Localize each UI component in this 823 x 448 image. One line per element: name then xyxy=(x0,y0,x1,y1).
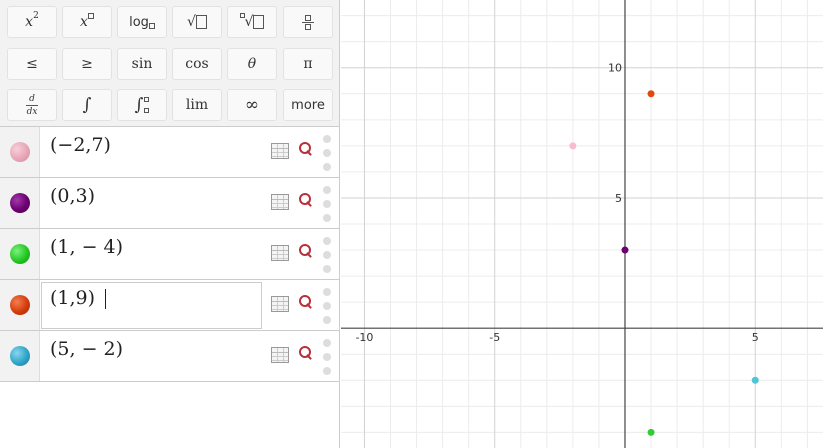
plotted-point[interactable] xyxy=(621,246,629,254)
expression-text[interactable]: (−2,7) xyxy=(50,134,111,156)
x-tick-label: -10 xyxy=(355,331,373,344)
drag-handle-icon[interactable] xyxy=(323,288,331,324)
expression-row[interactable]: (0,3) xyxy=(0,178,339,229)
point-color-icon[interactable] xyxy=(10,193,30,213)
key-derivative[interactable]: d dx xyxy=(7,89,57,121)
expression-text[interactable]: (1,9) xyxy=(50,287,107,309)
key-definite-integral[interactable]: ∫ xyxy=(117,89,167,121)
table-icon[interactable] xyxy=(271,194,289,210)
key-greater-equal[interactable]: ≥ xyxy=(62,48,112,80)
expression-panel: x2 x log √ √ ≤ ≥ sin cos θ π d dx ∫ ∫ lim… xyxy=(0,0,340,448)
key-sqrt[interactable]: √ xyxy=(172,6,222,38)
expression-row[interactable]: (5, − 2) xyxy=(0,331,339,382)
ddx-top: d xyxy=(29,93,35,104)
math-keypad: x2 x log √ √ ≤ ≥ sin cos θ π d dx ∫ ∫ lim… xyxy=(0,0,339,127)
plotted-point[interactable] xyxy=(647,428,655,436)
expression-row[interactable]: (−2,7) xyxy=(0,127,339,178)
expression-value: (1,9) xyxy=(50,287,96,309)
expression-gutter xyxy=(0,280,40,330)
x-tick-label: 5 xyxy=(752,331,759,344)
ddx-bottom: dx xyxy=(26,106,38,117)
defint-symbol: ∫ xyxy=(134,95,144,115)
key-limit[interactable]: lim xyxy=(172,89,222,121)
key-x-power[interactable]: x xyxy=(62,6,112,38)
key-theta[interactable]: θ xyxy=(227,48,277,80)
text-caret xyxy=(105,289,107,309)
drag-handle-icon[interactable] xyxy=(323,237,331,273)
table-icon[interactable] xyxy=(271,347,289,363)
key-integral[interactable]: ∫ xyxy=(62,89,112,121)
expression-gutter xyxy=(0,229,40,279)
zoom-icon[interactable] xyxy=(298,243,314,259)
expression-row-active[interactable]: (1,9) xyxy=(0,280,339,331)
expression-text[interactable]: (0,3) xyxy=(50,185,95,207)
point-color-icon[interactable] xyxy=(10,295,30,315)
key-nth-root[interactable]: √ xyxy=(227,6,277,38)
key-log[interactable]: log xyxy=(117,6,167,38)
zoom-icon[interactable] xyxy=(298,192,314,208)
key-more[interactable]: more xyxy=(283,89,333,121)
expression-gutter xyxy=(0,127,40,177)
table-icon[interactable] xyxy=(271,143,289,159)
expression-gutter xyxy=(0,178,40,228)
y-tick-label: 10 xyxy=(608,62,622,75)
point-color-icon[interactable] xyxy=(10,142,30,162)
plotted-point[interactable] xyxy=(569,142,577,150)
key-sin[interactable]: sin xyxy=(117,48,167,80)
drag-handle-icon[interactable] xyxy=(323,135,331,171)
expression-row[interactable]: (1, − 4) xyxy=(0,229,339,280)
key-x-squared[interactable]: x2 xyxy=(7,6,57,38)
y-tick-label: 5 xyxy=(615,192,622,205)
expression-text[interactable]: (5, − 2) xyxy=(50,338,123,360)
graph-svg[interactable]: -10 -5 5 5 10 xyxy=(341,0,823,448)
key-less-equal[interactable]: ≤ xyxy=(7,48,57,80)
point-color-icon[interactable] xyxy=(10,346,30,366)
key-cos[interactable]: cos xyxy=(172,48,222,80)
zoom-icon[interactable] xyxy=(298,294,314,310)
point-color-icon[interactable] xyxy=(10,244,30,264)
drag-handle-icon[interactable] xyxy=(323,339,331,375)
plotted-point[interactable] xyxy=(751,376,759,384)
x-tick-label: -5 xyxy=(489,331,500,344)
table-icon[interactable] xyxy=(271,245,289,261)
table-icon[interactable] xyxy=(271,296,289,312)
plotted-point[interactable] xyxy=(647,90,655,98)
key-infinity[interactable]: ∞ xyxy=(227,89,277,121)
expression-gutter xyxy=(0,331,40,381)
expression-text[interactable]: (1, − 4) xyxy=(50,236,123,258)
zoom-icon[interactable] xyxy=(298,345,314,361)
drag-handle-icon[interactable] xyxy=(323,186,331,222)
key-fraction[interactable] xyxy=(283,6,333,38)
graph-paper[interactable]: -10 -5 5 5 10 xyxy=(341,0,823,448)
expression-list: (−2,7) (0,3) (1, − 4) (1,9) (5, − 2) xyxy=(0,127,339,382)
key-pi[interactable]: π xyxy=(283,48,333,80)
zoom-icon[interactable] xyxy=(298,141,314,157)
